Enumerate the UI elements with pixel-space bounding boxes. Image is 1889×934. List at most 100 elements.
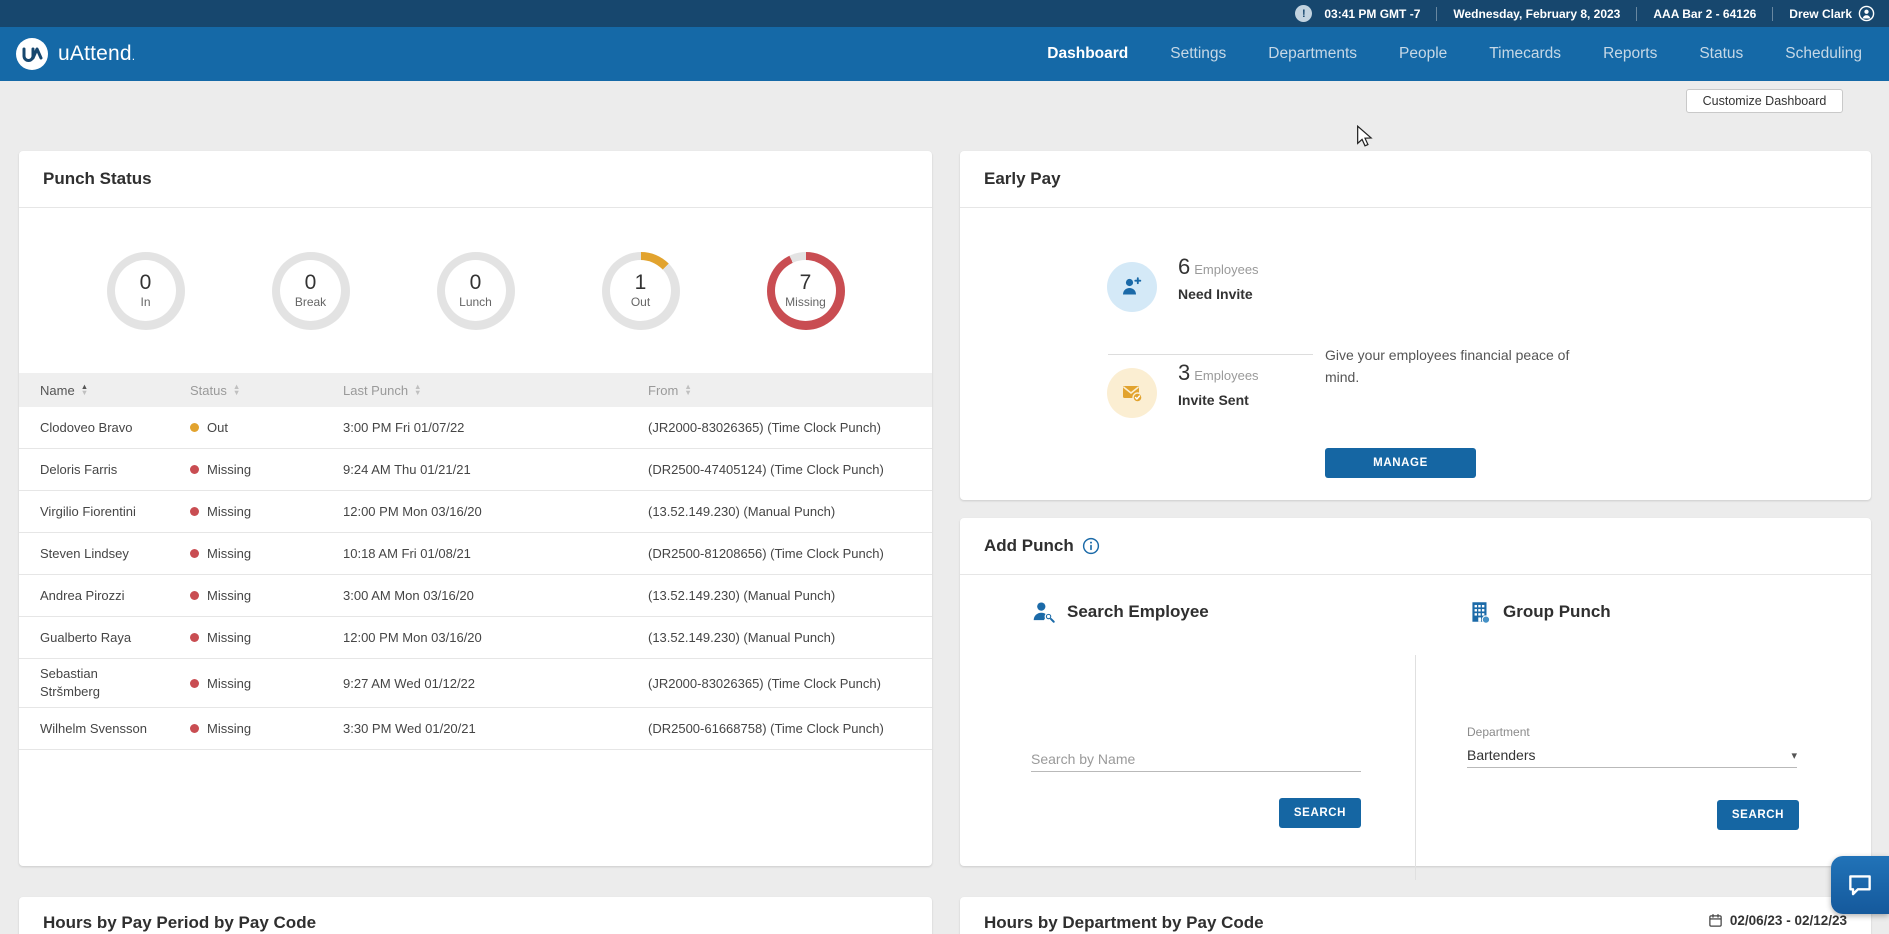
add-punch-title: Add Punch xyxy=(984,536,1074,556)
nav-item-status[interactable]: Status xyxy=(1699,45,1743,63)
alert-icon[interactable]: ! xyxy=(1295,5,1312,22)
search-employee-label: Search Employee xyxy=(1067,602,1209,622)
punch-status-title: Punch Status xyxy=(43,169,152,189)
status-dot-icon xyxy=(190,549,199,558)
sort-icon: ▲▼ xyxy=(414,384,421,396)
date-text: Wednesday, February 8, 2023 xyxy=(1453,7,1620,21)
envelope-check-icon xyxy=(1120,381,1144,405)
info-icon[interactable] xyxy=(1082,537,1100,555)
invite-sent-stat: 3Employees Invite Sent xyxy=(1178,360,1259,408)
person-search-icon xyxy=(1031,599,1057,625)
nav-item-settings[interactable]: Settings xyxy=(1170,45,1226,63)
status-dot-icon xyxy=(190,423,199,432)
table-row[interactable]: Virgilio FiorentiniMissing12:00 PM Mon 0… xyxy=(19,491,932,533)
invite-sent-label: Invite Sent xyxy=(1178,392,1259,408)
punch-circle-label: Break xyxy=(295,295,326,309)
group-punch-label: Group Punch xyxy=(1503,602,1611,622)
main-nav: uAttend. Dashboard Settings Departments Peo… xyxy=(0,27,1889,81)
table-row[interactable]: Wilhelm SvenssonMissing3:30 PM Wed 01/20… xyxy=(19,708,932,750)
need-invite-count: 6 xyxy=(1178,254,1190,279)
punch-circle-lunch[interactable]: 0Lunch xyxy=(437,252,515,330)
employee-name: Sebastian Stršmberg xyxy=(40,659,155,707)
building-icon xyxy=(1467,599,1493,625)
group-punch-section-title: Group Punch xyxy=(1467,599,1611,625)
column-header-from[interactable]: From▲▼ xyxy=(648,383,932,398)
punch-ring: 0In xyxy=(107,252,185,330)
table-row[interactable]: Gualberto RayaMissing12:00 PM Mon 03/16/… xyxy=(19,617,932,659)
top-utility-bar: ! 03:41 PM GMT -7 Wednesday, February 8,… xyxy=(0,0,1889,27)
punch-circle-label: Missing xyxy=(785,295,826,309)
last-punch: 3:30 PM Wed 01/20/21 xyxy=(343,721,648,736)
divider xyxy=(1636,7,1637,21)
sort-icon: ▲▼ xyxy=(684,384,691,396)
punch-circle-value: 0 xyxy=(140,272,152,294)
nav-item-people[interactable]: People xyxy=(1399,45,1447,63)
chat-widget-button[interactable] xyxy=(1831,856,1889,914)
status-text: Missing xyxy=(207,721,251,736)
group-punch-search-button[interactable]: SEARCH xyxy=(1717,800,1799,830)
divider xyxy=(1772,7,1773,21)
status-text: Missing xyxy=(207,546,251,561)
punch-circle-in[interactable]: 0In xyxy=(107,252,185,330)
last-punch: 12:00 PM Mon 03/16/20 xyxy=(343,630,648,645)
need-invite-unit: Employees xyxy=(1194,262,1258,277)
search-employee-input[interactable] xyxy=(1031,747,1361,772)
last-punch: 12:00 PM Mon 03/16/20 xyxy=(343,504,648,519)
brand[interactable]: uAttend. xyxy=(14,36,141,72)
add-punch-header: Add Punch xyxy=(960,518,1871,575)
employee-name: Clodoveo Bravo xyxy=(40,413,155,443)
last-punch: 3:00 AM Mon 03/16/20 xyxy=(343,588,648,603)
employee-name: Andrea Pirozzi xyxy=(40,581,155,611)
column-header-name[interactable]: Name▲▼ xyxy=(40,383,190,398)
early-pay-card: Early Pay 6Employees Need Invite xyxy=(960,151,1871,500)
column-label: Status xyxy=(190,383,227,398)
department-select[interactable]: Bartenders ▾ xyxy=(1467,743,1797,768)
date-range-picker[interactable]: 02/06/23 - 02/12/23 xyxy=(1708,913,1847,928)
nav-item-scheduling[interactable]: Scheduling xyxy=(1785,45,1862,63)
punch-from: (JR2000-83026365) (Time Clock Punch) xyxy=(648,676,932,691)
table-row[interactable]: Deloris FarrisMissing9:24 AM Thu 01/21/2… xyxy=(19,449,932,491)
status-dot-icon xyxy=(190,465,199,474)
punch-from: (13.52.149.230) (Manual Punch) xyxy=(648,630,932,645)
account-text[interactable]: AAA Bar 2 - 64126 xyxy=(1653,7,1756,21)
nav-item-timecards[interactable]: Timecards xyxy=(1489,45,1561,63)
chat-bubble-icon xyxy=(1845,870,1875,900)
status-dot-icon xyxy=(190,591,199,600)
punch-circle-out[interactable]: 1Out xyxy=(602,252,680,330)
column-header-status[interactable]: Status▲▼ xyxy=(190,383,343,398)
user-name: Drew Clark xyxy=(1789,7,1852,21)
punch-circle-missing[interactable]: 7Missing xyxy=(767,252,845,330)
customize-dashboard-button[interactable]: Customize Dashboard xyxy=(1686,89,1843,113)
need-invite-label: Need Invite xyxy=(1178,286,1259,302)
punch-circle-value: 0 xyxy=(470,272,482,294)
punch-circle-label: Out xyxy=(631,295,650,309)
column-header-last-punch[interactable]: Last Punch ▲▼ xyxy=(343,383,648,398)
nav-item-reports[interactable]: Reports xyxy=(1603,45,1657,63)
divider xyxy=(1436,7,1437,21)
need-invite-stat: 6 Employees Need Invite xyxy=(1178,254,1259,302)
table-row[interactable]: Steven LindseyMissing10:18 AM Fri 01/08/… xyxy=(19,533,932,575)
status-cell: Missing xyxy=(190,546,343,561)
punch-from: (JR2000-83026365) (Time Clock Punch) xyxy=(648,420,932,435)
column-label: Last Punch xyxy=(343,383,408,398)
nav-item-departments[interactable]: Departments xyxy=(1268,45,1357,63)
table-row[interactable]: Sebastian StršmbergMissing9:27 AM Wed 01… xyxy=(19,659,932,708)
punch-status-table: Name▲▼Status▲▼Last Punch▲▼From▲▼ Clodove… xyxy=(19,373,932,750)
status-text: Missing xyxy=(207,504,251,519)
punch-circle-value: 1 xyxy=(635,272,647,294)
table-row[interactable]: Clodoveo BravoOut3:00 PM Fri 01/07/22(JR… xyxy=(19,407,932,449)
invite-sent-count: 3 xyxy=(1178,360,1190,385)
punch-circle-value: 0 xyxy=(305,272,317,294)
punch-circle-label: In xyxy=(140,295,150,309)
nav-item-dashboard[interactable]: Dashboard xyxy=(1047,45,1128,63)
last-punch: 9:24 AM Thu 01/21/21 xyxy=(343,462,648,477)
invite-sent-stat-icon-wrap xyxy=(1107,368,1157,418)
user-menu[interactable]: Drew Clark xyxy=(1789,5,1875,22)
punch-ring: 0Break xyxy=(272,252,350,330)
table-row[interactable]: Andrea PirozziMissing3:00 AM Mon 03/16/2… xyxy=(19,575,932,617)
status-text: Missing xyxy=(207,462,251,477)
search-employee-button[interactable]: SEARCH xyxy=(1279,798,1361,828)
department-value: Bartenders xyxy=(1467,747,1535,763)
manage-button[interactable]: MANAGE xyxy=(1325,448,1476,478)
punch-circle-break[interactable]: 0Break xyxy=(272,252,350,330)
